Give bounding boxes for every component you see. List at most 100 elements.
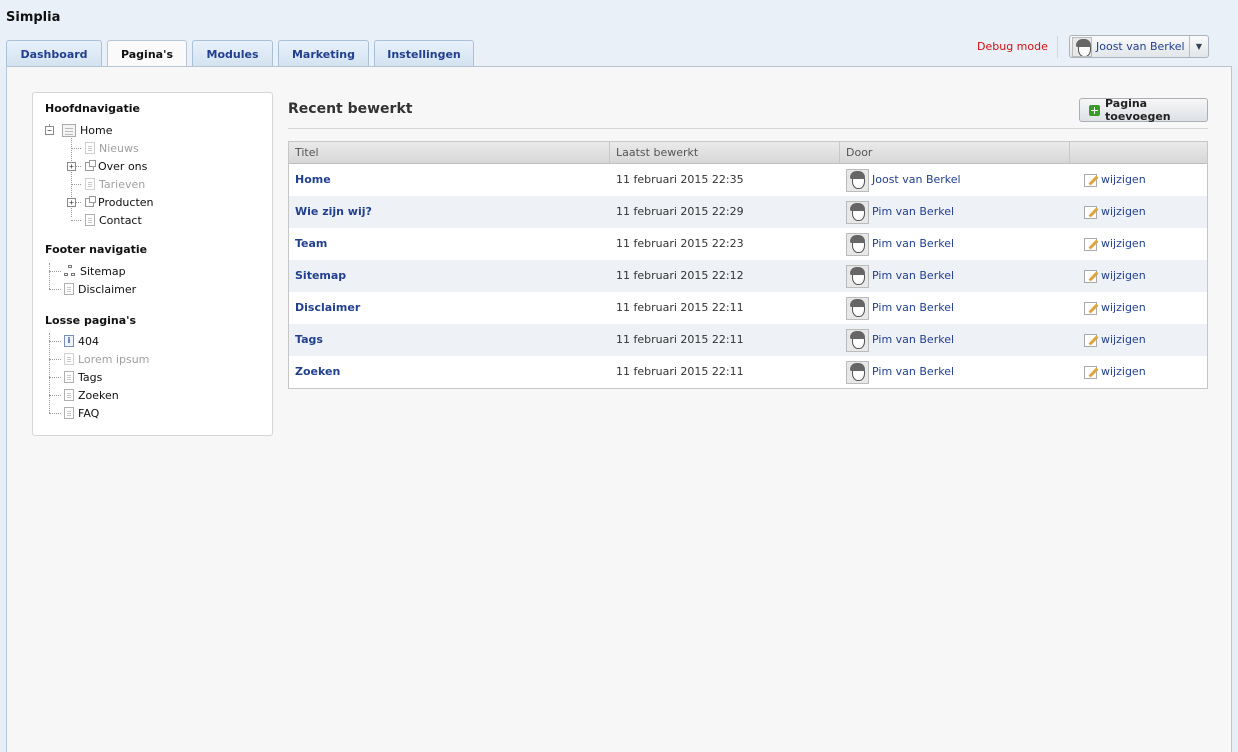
sitemap-icon: [64, 265, 76, 277]
tree-item-zoeken[interactable]: Zoeken: [64, 386, 119, 404]
editor-name: Pim van Berkel: [872, 333, 955, 346]
tree-item-faq[interactable]: FAQ: [64, 404, 99, 422]
editor-name: Joost van Berkel: [872, 173, 961, 186]
tab-modules[interactable]: Modules: [192, 40, 273, 67]
tree-item-label: 404: [78, 334, 99, 348]
edit-label: wijzigen: [1101, 237, 1146, 250]
section-losse-paginas: Losse pagina's: [45, 314, 137, 327]
table-row: Sitemap 11 februari 2015 22:12 Pim van Ber…: [289, 260, 1207, 292]
page-icon: [64, 407, 74, 419]
tree-item-lorem-ipsum[interactable]: Lorem ipsum: [64, 350, 149, 368]
table-row: Home 11 februari 2015 22:35 Joost van Berk…: [289, 164, 1207, 196]
edit-pencil-icon: [1084, 205, 1097, 219]
expand-over-ons-toggle[interactable]: +: [67, 162, 76, 171]
editor-name: Pim van Berkel: [872, 269, 955, 282]
edit-link[interactable]: wijzigen: [1084, 164, 1146, 196]
link-page-icon: [85, 195, 96, 207]
edit-label: wijzigen: [1101, 269, 1146, 282]
page-title-link[interactable]: Wie zijn wij?: [295, 196, 372, 228]
main-tabs: Dashboard Pagina's Modules Marketing Ins…: [6, 40, 479, 68]
title-divider: [288, 128, 1208, 129]
editor-name: Pim van Berkel: [872, 237, 955, 250]
page-title-link[interactable]: Zoeken: [295, 356, 340, 388]
edit-link[interactable]: wijzigen: [1084, 324, 1146, 356]
last-edited-date: 11 februari 2015 22:23: [616, 237, 744, 250]
tree-item-tarieven[interactable]: Tarieven: [85, 175, 145, 193]
tree-item-nieuws[interactable]: Nieuws: [85, 139, 139, 157]
edit-link[interactable]: wijzigen: [1084, 228, 1146, 260]
tree-item-label: Zoeken: [78, 388, 119, 402]
column-header-titel[interactable]: Titel: [289, 142, 610, 163]
last-edited-date: 11 februari 2015 22:12: [616, 269, 744, 282]
tab-dashboard[interactable]: Dashboard: [6, 40, 102, 67]
plus-icon: [1089, 104, 1100, 116]
tree-item-contact[interactable]: Contact: [85, 211, 142, 229]
user-name: Joost van Berkel: [1096, 40, 1185, 53]
expand-producten-toggle[interactable]: +: [67, 198, 76, 207]
column-header-door[interactable]: Door: [840, 142, 1070, 163]
tree-item-label: Over ons: [98, 159, 148, 173]
edited-by[interactable]: Joost van Berkel: [846, 164, 961, 196]
last-edited-date: 11 februari 2015 22:11: [616, 301, 744, 314]
app-title: Simplia: [6, 10, 61, 25]
tree-item-producten[interactable]: Producten: [85, 193, 154, 211]
tree-item-tags[interactable]: Tags: [64, 368, 102, 386]
edit-link[interactable]: wijzigen: [1084, 196, 1146, 228]
edit-pencil-icon: [1084, 365, 1097, 379]
edit-label: wijzigen: [1101, 301, 1146, 314]
page-icon: [64, 389, 74, 401]
page-title-link[interactable]: Disclaimer: [295, 292, 360, 324]
avatar: [846, 360, 869, 384]
editor-name: Pim van Berkel: [872, 365, 955, 378]
table-row: Wie zijn wij? 11 februari 2015 22:29 Pim v…: [289, 196, 1207, 228]
top-bar: Simplia Dashboard Pagina's Modules Marke…: [0, 0, 1238, 68]
edited-by[interactable]: Pim van Berkel: [846, 356, 954, 388]
page-title-link[interactable]: Team: [295, 228, 327, 260]
avatar: [846, 232, 869, 256]
page-title-link[interactable]: Tags: [295, 324, 323, 356]
tab-marketing[interactable]: Marketing: [278, 40, 369, 67]
edited-by[interactable]: Pim van Berkel: [846, 260, 954, 292]
edit-link[interactable]: wijzigen: [1084, 292, 1146, 324]
edited-by[interactable]: Pim van Berkel: [846, 292, 954, 324]
page-title-link[interactable]: Home: [295, 164, 331, 196]
user-menu-button[interactable]: Joost van Berkel ▼: [1069, 35, 1209, 58]
page-title-link[interactable]: Sitemap: [295, 260, 346, 292]
edit-label: wijzigen: [1101, 173, 1146, 186]
editor-name: Pim van Berkel: [872, 301, 955, 314]
edited-by[interactable]: Pim van Berkel: [846, 228, 954, 260]
page-icon: [64, 283, 74, 295]
tree-item-disclaimer[interactable]: Disclaimer: [64, 280, 136, 298]
tab-instellingen[interactable]: Instellingen: [374, 40, 474, 67]
recent-pages-table: Titel Laatst bewerkt Door Home 11 februar…: [288, 141, 1208, 389]
column-header-laatst-bewerkt[interactable]: Laatst bewerkt: [610, 142, 840, 163]
edited-by[interactable]: Pim van Berkel: [846, 324, 954, 356]
tree-item-label: Lorem ipsum: [78, 352, 150, 366]
add-page-button[interactable]: Pagina toevoegen: [1079, 97, 1208, 123]
expand-home-toggle[interactable]: −: [45, 126, 54, 135]
avatar: [846, 296, 869, 320]
avatar: [846, 200, 869, 224]
page-title: Recent bewerkt: [288, 101, 413, 117]
edited-by[interactable]: Pim van Berkel: [846, 196, 954, 228]
tree-item-label: Tarieven: [99, 177, 146, 191]
tree-item-label: Producten: [98, 195, 154, 209]
edit-pencil-icon: [1084, 333, 1097, 347]
edit-link[interactable]: wijzigen: [1084, 356, 1146, 388]
tree-item-sitemap[interactable]: Sitemap: [64, 262, 126, 280]
tree-item-over-ons[interactable]: Over ons: [85, 157, 147, 175]
home-page-icon: [62, 123, 76, 137]
edit-pencil-icon: [1084, 269, 1097, 283]
caret-down-icon[interactable]: ▼: [1189, 36, 1208, 57]
edit-label: wijzigen: [1101, 205, 1146, 218]
tree-item-404[interactable]: i 404: [64, 332, 99, 350]
edit-link[interactable]: wijzigen: [1084, 260, 1146, 292]
tab-paginas[interactable]: Pagina's: [107, 40, 187, 68]
table-row: Zoeken 11 februari 2015 22:11 Pim van Berk…: [289, 356, 1207, 388]
edit-pencil-icon: [1084, 173, 1097, 187]
page-tree-panel: Hoofdnavigatie − Home Nieuws + Over ons …: [32, 92, 273, 436]
table-row: Team 11 februari 2015 22:23 Pim van Berkel…: [289, 228, 1207, 260]
header-divider: [1057, 36, 1058, 58]
tree-item-home[interactable]: Home: [62, 121, 112, 139]
debug-mode-link[interactable]: Debug mode: [977, 40, 1048, 53]
